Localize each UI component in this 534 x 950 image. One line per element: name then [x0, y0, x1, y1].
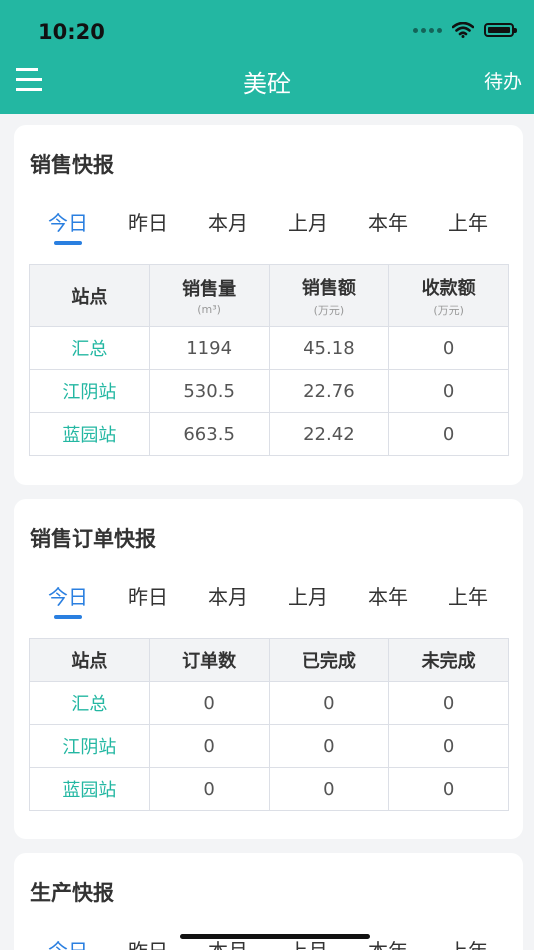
table-cell: 22.42	[268, 412, 390, 456]
signal-icon	[413, 27, 442, 33]
status-icons	[413, 22, 517, 38]
table-cell: 0	[268, 767, 390, 811]
table-cell: 0	[268, 724, 390, 768]
table-row: 江阴站 0 0 0	[29, 724, 509, 768]
table-cell: 0	[148, 681, 270, 725]
tab-yesterday[interactable]: 昨日	[108, 207, 188, 236]
table-cell: 530.5	[148, 369, 270, 413]
table-cell: 0	[388, 326, 509, 370]
tab-yesterday[interactable]: 昨日	[108, 935, 188, 950]
tab-today[interactable]: 今日	[28, 581, 108, 610]
table-header: 站点 订单数 已完成 未完成	[29, 638, 509, 682]
card-title: 销售快报	[30, 153, 114, 177]
period-tabs: 今日 昨日 本月 上月 本年 上年	[14, 207, 523, 257]
table-cell: 45.18	[268, 326, 390, 370]
table-row: 蓝园站 663.5 22.42 0	[29, 412, 509, 456]
tab-last-year[interactable]: 上年	[428, 207, 508, 236]
sales-table: 站点 销售量 (m³) 销售额 (万元) 收款额 (万元) 汇总 1194 45.18…	[29, 264, 509, 456]
tab-last-year[interactable]: 上年	[428, 581, 508, 610]
column-header: 站点	[29, 638, 150, 682]
tab-yesterday[interactable]: 昨日	[108, 581, 188, 610]
period-tabs: 今日 昨日 本月 上月 本年 上年	[14, 581, 523, 631]
column-header: 未完成	[388, 638, 509, 682]
table-cell: 0	[388, 767, 509, 811]
status-time: 10:20	[38, 20, 105, 44]
card-title: 生产快报	[30, 881, 114, 905]
table-cell: 0	[148, 767, 270, 811]
column-header: 已完成	[268, 638, 390, 682]
nav-bar: 美砼 待办	[0, 58, 534, 114]
tab-last-year[interactable]: 上年	[428, 935, 508, 950]
table-header: 站点 销售量 (m³) 销售额 (万元) 收款额 (万元)	[29, 264, 509, 327]
wifi-icon	[452, 22, 474, 38]
column-header: 站点	[29, 264, 150, 327]
table-cell: 0	[148, 724, 270, 768]
tab-indicator	[54, 615, 82, 619]
sales-report-card: 销售快报 今日 昨日 本月 上月 本年 上年 站点 销售量 (m³) 销售额 (万元…	[14, 125, 523, 485]
table-row: 蓝园站 0 0 0	[29, 767, 509, 811]
order-report-card: 销售订单快报 今日 昨日 本月 上月 本年 上年 站点 订单数 已完成 未完成 …	[14, 499, 523, 839]
card-title: 销售订单快报	[30, 527, 156, 551]
table-cell: 1194	[148, 326, 270, 370]
tab-this-year[interactable]: 本年	[348, 581, 428, 610]
page-title: 美砼	[243, 70, 291, 98]
tab-this-month[interactable]: 本月	[188, 581, 268, 610]
station-link[interactable]: 汇总	[29, 681, 150, 725]
table-cell: 663.5	[148, 412, 270, 456]
tab-last-month[interactable]: 上月	[268, 581, 348, 610]
station-link[interactable]: 蓝园站	[29, 767, 150, 811]
home-indicator	[180, 934, 370, 939]
table-cell: 0	[388, 681, 509, 725]
table-cell: 0	[268, 681, 390, 725]
status-bar: 10:20	[0, 0, 534, 58]
column-header: 订单数	[148, 638, 270, 682]
tab-indicator	[54, 241, 82, 245]
station-link[interactable]: 江阴站	[29, 369, 150, 413]
tab-today[interactable]: 今日	[28, 935, 108, 950]
table-cell: 22.76	[268, 369, 390, 413]
table-row: 汇总 1194 45.18 0	[29, 326, 509, 370]
table-cell: 0	[388, 412, 509, 456]
column-header: 销售额 (万元)	[268, 264, 390, 327]
column-header: 收款额 (万元)	[388, 264, 509, 327]
column-header: 销售量 (m³)	[148, 264, 270, 327]
station-link[interactable]: 汇总	[29, 326, 150, 370]
tab-today[interactable]: 今日	[28, 207, 108, 236]
table-cell: 0	[388, 724, 509, 768]
tab-this-month[interactable]: 本月	[188, 207, 268, 236]
station-link[interactable]: 蓝园站	[29, 412, 150, 456]
station-link[interactable]: 江阴站	[29, 724, 150, 768]
tab-last-month[interactable]: 上月	[268, 207, 348, 236]
table-cell: 0	[388, 369, 509, 413]
tab-this-year[interactable]: 本年	[348, 207, 428, 236]
battery-icon	[484, 23, 517, 37]
order-table: 站点 订单数 已完成 未完成 汇总 0 0 0 江阴站 0 0 0 蓝园站 0 …	[29, 638, 509, 811]
table-row: 江阴站 530.5 22.76 0	[29, 369, 509, 413]
todo-button[interactable]: 待办	[484, 67, 522, 94]
table-row: 汇总 0 0 0	[29, 681, 509, 725]
